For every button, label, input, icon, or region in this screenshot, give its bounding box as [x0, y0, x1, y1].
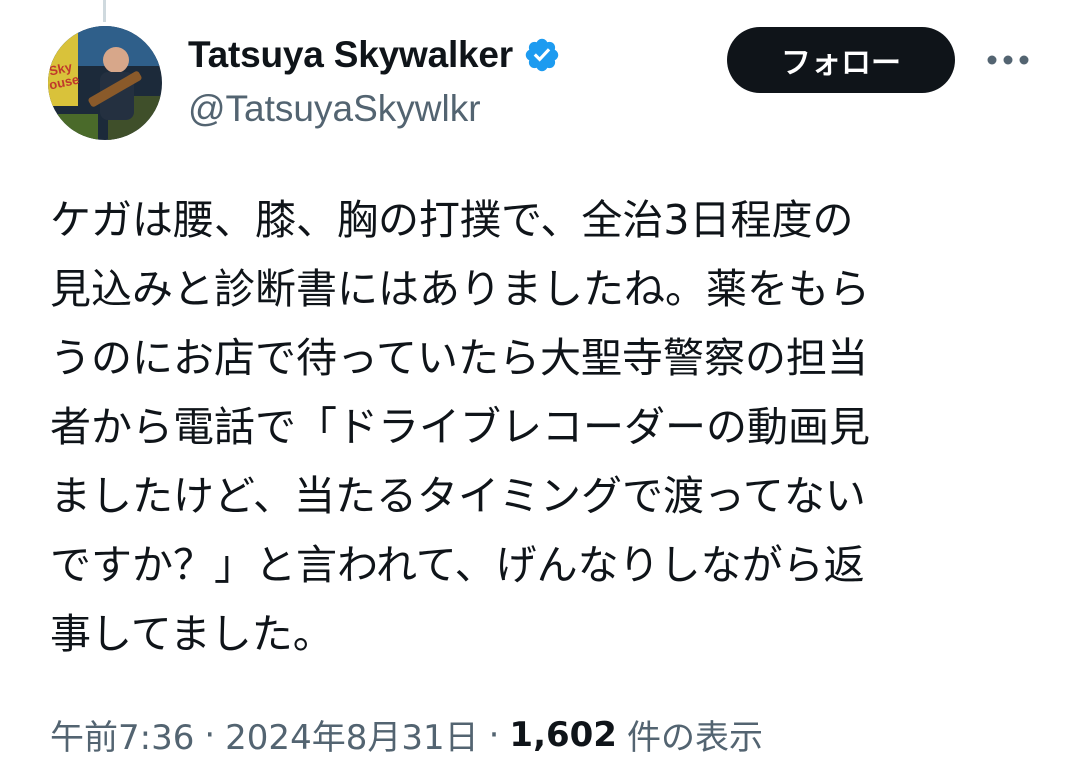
- avatar[interactable]: Sky ouse: [48, 26, 162, 140]
- author-name-row[interactable]: Tatsuya Skywalker: [188, 30, 561, 80]
- tweet-text-line: 見込みと診断書にはありましたね。薬をもら: [50, 265, 870, 313]
- view-count[interactable]: 1,602: [509, 715, 617, 755]
- thread-connector-line: [103, 0, 106, 22]
- tweet-text-line: ましたけど、当たるタイミングで渡ってない: [50, 472, 866, 520]
- tweet-time[interactable]: 午前7:36: [50, 710, 194, 759]
- meta-separator: ·: [488, 714, 500, 755]
- tweet-text-line: 事してました。: [50, 610, 334, 658]
- author-display-name[interactable]: Tatsuya Skywalker: [188, 34, 513, 76]
- tweet-date[interactable]: 2024年8月31日: [225, 710, 478, 759]
- verified-badge-icon: [525, 38, 559, 72]
- meta-separator: ·: [204, 714, 216, 755]
- tweet-text-line: 者から電話で「ドライブレコーダーの動画見: [50, 403, 870, 451]
- tweet-text-line: ケガは腰、膝、胸の打撲で、全治3日程度の: [50, 196, 854, 244]
- more-horizontal-icon: [987, 55, 1029, 65]
- tweet-text-line: うのにお店で待っていたら大聖寺警察の担当: [50, 334, 868, 382]
- follow-button[interactable]: フォロー: [727, 27, 955, 93]
- view-count-label: 件の表示: [626, 718, 763, 758]
- tweet-meta-row: 午前7:36 · 2024年8月31日 · 1,602 件の表示: [50, 710, 763, 759]
- avatar-photo: Sky ouse: [48, 26, 162, 140]
- tweet-text: ケガは腰、膝、胸の打撲で、全治3日程度の 見込みと診断書にはありましたね。薬をも…: [50, 186, 1025, 669]
- more-options-button[interactable]: [978, 40, 1038, 80]
- author-handle[interactable]: @TatsuyaSkywlkr: [188, 88, 481, 130]
- tweet-text-line: ですか？」と言われて、げんなりしながら返: [50, 541, 865, 589]
